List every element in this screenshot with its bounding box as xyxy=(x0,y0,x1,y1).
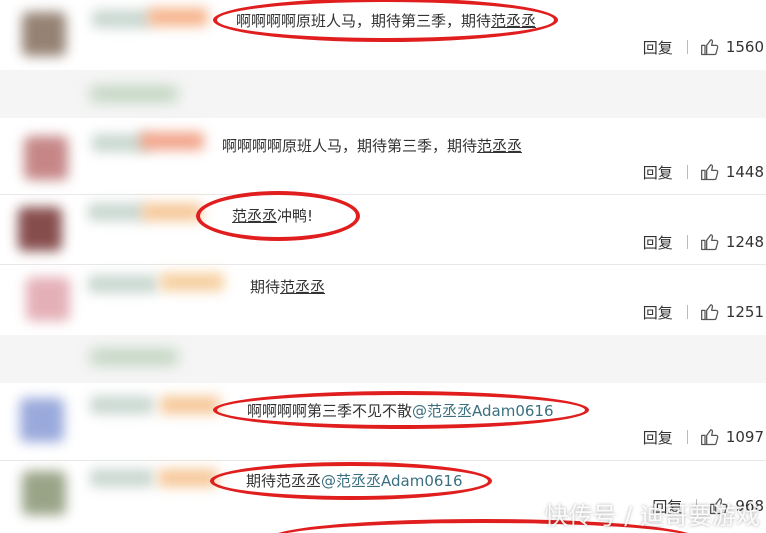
user-badge xyxy=(160,273,224,291)
like-count: 1251 xyxy=(725,303,764,321)
replies-strip xyxy=(0,335,766,383)
comment-item: 范丞丞冲鸭! 回复 1248 xyxy=(0,191,766,265)
like-count: 1560 xyxy=(725,38,764,56)
username[interactable] xyxy=(90,396,154,414)
thumbs-up-icon xyxy=(700,164,719,181)
user-badge xyxy=(142,203,202,221)
divider xyxy=(686,305,688,319)
thumbs-up-icon xyxy=(700,39,719,56)
divider xyxy=(686,165,688,179)
user-badge xyxy=(160,396,220,414)
thumbs-up-icon xyxy=(700,234,719,251)
avatar[interactable] xyxy=(20,398,64,442)
divider xyxy=(686,430,688,444)
comment-text: 啊啊啊啊原班人马，期待第三季，期待范丞丞 xyxy=(222,137,523,155)
view-replies-link[interactable] xyxy=(90,349,178,365)
comment-actions: 回复 1248 xyxy=(643,231,764,253)
like-button[interactable]: 1248 xyxy=(700,232,764,252)
thumbs-up-icon xyxy=(700,304,719,321)
comment-feed: 啊啊啊啊原班人马，期待第三季，期待范丞丞 回复 1560 啊啊啊啊原班人马，期待… xyxy=(0,0,766,533)
user-badge xyxy=(158,469,218,487)
like-button[interactable]: 1560 xyxy=(700,37,764,57)
comment-text: 期待范丞丞 xyxy=(250,278,326,296)
comment-item: 啊啊啊啊第三季不见不散@范丞丞Adam0616 回复 1097 xyxy=(0,384,766,461)
user-badge xyxy=(148,8,208,26)
thumbs-up-icon xyxy=(700,429,719,446)
reply-button[interactable]: 回复 xyxy=(643,427,673,448)
avatar[interactable] xyxy=(18,207,62,251)
comment-actions: 回复 1560 xyxy=(643,36,764,58)
like-button[interactable]: 1251 xyxy=(700,302,764,322)
comment-item: 啊啊啊啊原班人马，期待第三季，期待范丞丞 回复 1448 xyxy=(0,118,766,195)
like-button[interactable]: 1448 xyxy=(700,162,764,182)
username[interactable] xyxy=(88,203,146,221)
reply-button[interactable]: 回复 xyxy=(643,232,673,253)
highlight-ring xyxy=(210,462,492,500)
highlight-ring xyxy=(213,0,558,42)
view-replies-link[interactable] xyxy=(90,86,178,102)
like-count: 1248 xyxy=(725,233,764,251)
highlight-ring xyxy=(196,191,360,241)
comment-item: 期待范丞丞 回复 1251 xyxy=(0,265,766,335)
username[interactable] xyxy=(88,275,158,293)
username[interactable] xyxy=(92,10,152,28)
avatar[interactable] xyxy=(22,12,66,56)
avatar[interactable] xyxy=(26,277,70,321)
like-count: 1448 xyxy=(725,163,764,181)
user-badge xyxy=(140,132,204,150)
comment-item: 啊啊啊啊原班人马，期待第三季，期待范丞丞 回复 1560 xyxy=(0,0,766,70)
reply-button[interactable]: 回复 xyxy=(643,162,673,183)
divider xyxy=(686,40,688,54)
like-count: 1097 xyxy=(725,428,764,446)
divider xyxy=(686,235,688,249)
replies-strip xyxy=(0,70,766,118)
comment-actions: 回复 1097 xyxy=(643,426,764,448)
comment-actions: 回复 1448 xyxy=(643,161,764,183)
highlight-ring xyxy=(213,391,589,429)
like-button[interactable]: 1097 xyxy=(700,427,764,447)
reply-button[interactable]: 回复 xyxy=(643,37,673,58)
reply-button[interactable]: 回复 xyxy=(643,302,673,323)
avatar[interactable] xyxy=(24,136,68,180)
username[interactable] xyxy=(90,469,154,487)
watermark: 快传号 / 迪哥要游戏 xyxy=(544,502,760,530)
avatar[interactable] xyxy=(22,471,66,515)
comment-actions: 回复 1251 xyxy=(643,301,764,323)
